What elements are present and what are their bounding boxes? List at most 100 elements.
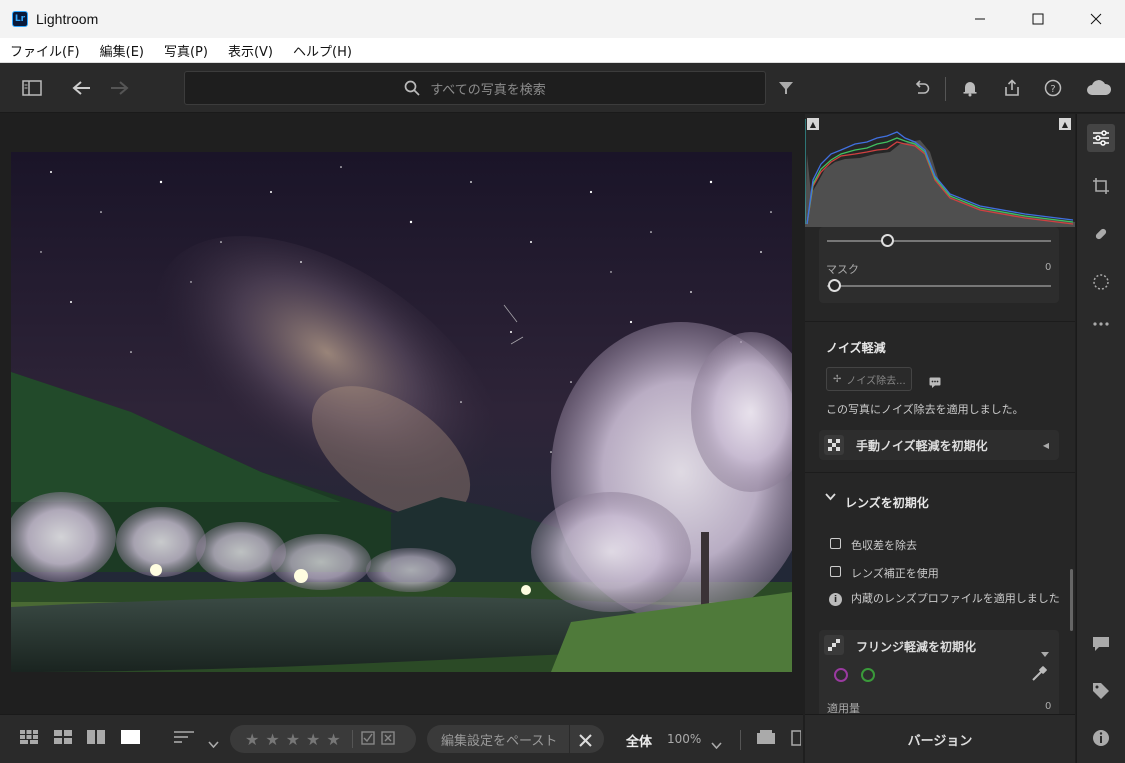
info-circle-icon[interactable] xyxy=(1087,724,1115,752)
menu-photo[interactable]: 写真(P) xyxy=(158,41,214,60)
sort-icon[interactable] xyxy=(174,730,194,748)
before-after-icon[interactable] xyxy=(757,730,775,748)
window-title: Lightroom xyxy=(36,11,99,27)
edit-panel: ▲ ▲ マスク 0 ノイズ軽減 ✢ ノイズ除去... この写真にノイズ除去を適用… xyxy=(805,114,1075,714)
star-4[interactable]: ★ xyxy=(306,730,320,749)
checker-icon xyxy=(824,435,844,455)
lightroom-logo-icon: Lr xyxy=(12,11,28,27)
menu-bar: ファイル(F) 編集(E) 写真(P) 表示(V) ヘルプ(H) xyxy=(0,38,1125,63)
purple-fringe-swatch[interactable] xyxy=(834,668,848,682)
forward-arrow-icon[interactable] xyxy=(108,77,130,99)
night-sky-photo[interactable] xyxy=(11,152,792,672)
title-bar: Lr Lightroom xyxy=(0,0,1125,38)
highlight-clipping-toggle[interactable]: ▲ xyxy=(1059,118,1071,130)
mask-slider-track[interactable] xyxy=(827,285,1051,287)
info-icon: i xyxy=(829,593,842,606)
dropdown-icon[interactable] xyxy=(1041,642,1049,661)
menu-view[interactable]: 表示(V) xyxy=(222,41,279,60)
zoom-fit-label[interactable]: 全体 xyxy=(626,731,652,750)
mask-value: 0 xyxy=(1045,262,1052,273)
lens-correction-label: レンズ補正を使用 xyxy=(851,567,939,580)
detail-slider-knob[interactable] xyxy=(881,234,894,247)
bottombar-divider xyxy=(740,730,741,750)
photo-canvas xyxy=(0,114,803,714)
share-icon[interactable] xyxy=(1001,77,1023,99)
maximize-button[interactable] xyxy=(1009,0,1067,38)
star-1[interactable]: ★ xyxy=(245,730,259,749)
lens-reset-title[interactable]: レンズを初期化 xyxy=(845,494,929,511)
sparkle-icon: ✢ xyxy=(833,373,842,385)
compare-view-icon[interactable] xyxy=(87,730,105,748)
menu-file[interactable]: ファイル(F) xyxy=(4,41,86,60)
search-input[interactable]: すべての写真を検索 xyxy=(184,71,766,105)
version-button[interactable]: バージョン xyxy=(805,714,1075,763)
tag-icon[interactable] xyxy=(1087,677,1115,705)
help-icon[interactable]: ? xyxy=(1042,77,1064,99)
paste-close-icon[interactable] xyxy=(579,732,592,751)
mask-slider-knob[interactable] xyxy=(828,279,841,292)
masking-icon[interactable] xyxy=(1087,268,1115,296)
remove-ca-label: 色収差を除去 xyxy=(851,539,917,552)
panel-toggle-icon[interactable] xyxy=(791,730,802,750)
menu-edit[interactable]: 編集(E) xyxy=(94,41,150,60)
shadow-clipping-toggle[interactable]: ▲ xyxy=(807,118,819,130)
search-placeholder: すべての写真を検索 xyxy=(430,82,546,98)
lens-correction-checkbox[interactable] xyxy=(830,566,841,577)
manual-noise-reset-row[interactable]: 手動ノイズ軽減を初期化 ◀ xyxy=(819,430,1059,460)
fringe-reset-label[interactable]: フリンジ軽減を初期化 xyxy=(856,638,976,655)
collapse-left-icon: ◀ xyxy=(1042,440,1049,450)
green-fringe-swatch[interactable] xyxy=(861,668,875,682)
remove-ca-checkbox[interactable] xyxy=(830,538,841,549)
detail-sliders-card: マスク 0 xyxy=(819,227,1059,303)
rating-flag-pill: ★ ★ ★ ★ ★ xyxy=(230,725,416,753)
flag-pick-icon[interactable] xyxy=(361,730,375,749)
fringe-card: フリンジ軽減を初期化 適用量 0 xyxy=(819,630,1059,714)
more-icon[interactable] xyxy=(1087,310,1115,338)
lens-profile-info: 内蔵のレンズプロファイルを適用しました xyxy=(851,592,1060,605)
search-icon xyxy=(404,80,420,96)
healing-icon[interactable] xyxy=(1087,220,1115,248)
star-5[interactable]: ★ xyxy=(326,730,340,749)
edit-sliders-icon[interactable] xyxy=(1087,124,1115,152)
mask-label: マスク xyxy=(826,263,859,276)
grid-view-large-icon[interactable] xyxy=(54,730,72,748)
amount-value: 0 xyxy=(1045,701,1052,712)
amount-label: 適用量 xyxy=(827,702,860,714)
toolbar-divider xyxy=(945,77,946,101)
close-button[interactable] xyxy=(1067,0,1125,38)
detail-view-icon[interactable] xyxy=(121,730,140,748)
crop-icon[interactable] xyxy=(1087,172,1115,200)
manual-noise-reset-label: 手動ノイズ軽減を初期化 xyxy=(856,438,988,453)
undo-icon[interactable] xyxy=(910,77,932,99)
paste-settings-pill[interactable]: 編集設定をペースト xyxy=(427,725,604,753)
histogram: ▲ ▲ xyxy=(805,114,1075,227)
bell-icon[interactable] xyxy=(959,77,981,99)
cloud-icon[interactable] xyxy=(1085,77,1113,99)
menu-help[interactable]: ヘルプ(H) xyxy=(287,41,358,60)
sidebar-toggle-icon[interactable] xyxy=(21,77,43,99)
zoom-percent[interactable]: 100% xyxy=(667,732,701,746)
grid-view-small-icon[interactable] xyxy=(20,730,38,748)
filter-icon[interactable] xyxy=(775,77,797,99)
noise-reduction-title: ノイズ軽減 xyxy=(826,341,886,355)
feedback-icon[interactable] xyxy=(929,373,941,392)
eyedropper-icon[interactable] xyxy=(1031,666,1047,686)
bottom-toolbar: ★ ★ ★ ★ ★ 編集設定をペースト 全体 100% xyxy=(0,714,803,763)
zoom-dropdown-icon[interactable] xyxy=(711,735,722,753)
chevron-down-icon[interactable] xyxy=(825,493,836,504)
paste-settings-label: 編集設定をペースト xyxy=(441,733,558,749)
sort-dropdown-icon[interactable] xyxy=(208,734,219,752)
panel-scrollbar[interactable] xyxy=(1070,569,1073,631)
back-arrow-icon[interactable] xyxy=(71,77,93,99)
comment-icon[interactable] xyxy=(1087,630,1115,658)
top-toolbar: すべての写真を検索 ? xyxy=(0,63,1125,113)
denoise-button[interactable]: ✢ ノイズ除去... xyxy=(826,367,912,391)
minimize-button[interactable] xyxy=(951,0,1009,38)
flag-reject-icon[interactable] xyxy=(381,730,395,749)
detail-slider-track[interactable] xyxy=(827,240,1051,242)
svg-text:?: ? xyxy=(1050,84,1055,95)
star-2[interactable]: ★ xyxy=(265,730,279,749)
star-3[interactable]: ★ xyxy=(286,730,300,749)
fringe-icon xyxy=(824,635,844,655)
tool-rail xyxy=(1076,114,1125,763)
